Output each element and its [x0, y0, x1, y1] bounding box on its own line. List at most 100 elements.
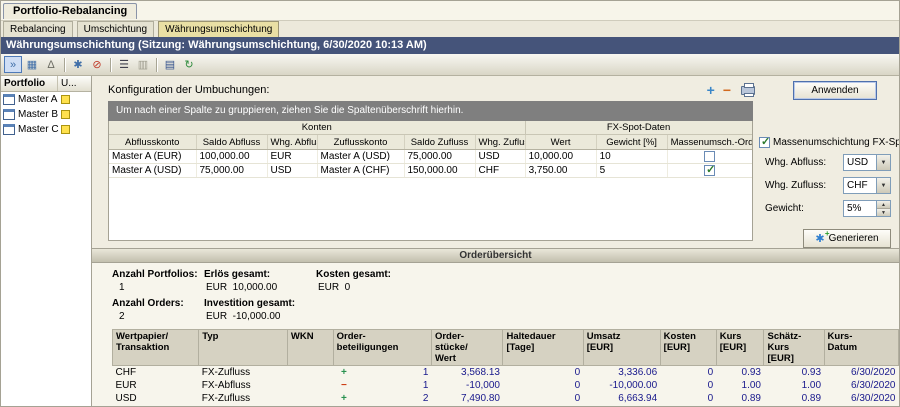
cell: 150,000.00 [404, 164, 475, 178]
cell: 10 [596, 150, 667, 164]
col-saldo-zufluss[interactable]: Saldo Zufluss [404, 135, 475, 150]
list-icon[interactable]: ☰ [115, 56, 133, 73]
cell: 0 [660, 379, 716, 392]
portfolio-item-label: Master A [18, 94, 61, 105]
group-header-konten[interactable]: Konten [109, 121, 525, 135]
toolbar: » ▦ Δ ✱ ⊘ ☰ ▥ ▤ ↻ [1, 54, 899, 76]
insert-icon[interactable]: ✱ [69, 56, 87, 73]
col-kurs[interactable]: Kurs [EUR] [716, 330, 764, 366]
portfolio-panel-header: Portfolio U... [1, 76, 91, 92]
u-column-header[interactable]: U... [58, 76, 91, 91]
order-overview-header[interactable]: Orderübersicht [92, 248, 899, 263]
cell: USD [267, 164, 317, 178]
add-row-icon[interactable]: + [707, 83, 715, 97]
cell: 1 [355, 379, 432, 392]
config-row-2[interactable]: Master A (USD) 75,000.00 USD Master A (C… [109, 164, 752, 178]
clear-filter-icon[interactable]: ⊘ [88, 56, 106, 73]
col-massenumsch-order[interactable]: Massenumsch.-Order [667, 135, 752, 150]
groupby-hint[interactable]: Um nach einer Spalte zu gruppieren, zieh… [108, 101, 753, 121]
whg-zufluss-value: CHF [844, 178, 876, 193]
order-overview-section: Orderübersicht Anzahl Portfolios: Erlös … [92, 248, 899, 406]
cell: Master A (USD) [109, 164, 196, 178]
col-orderstuecke-wert[interactable]: Order- stücke/ Wert [431, 330, 503, 366]
config-title: Konfiguration der Umbuchungen: [108, 84, 269, 96]
apply-button[interactable]: Anwenden [793, 81, 877, 100]
session-title: Währungsumschichtung (Sitzung: Währungsu… [1, 37, 899, 54]
col-wertpapier-transaktion[interactable]: Wertpapier/ Transaktion [113, 330, 199, 366]
col-wkn[interactable]: WKN [287, 330, 333, 366]
col-schaetz-kurs[interactable]: Schätz- Kurs [EUR] [764, 330, 824, 366]
massenumschichtung-label: Massenumschichtung FX-Spots [773, 137, 899, 148]
portfolio-item-master-a[interactable]: Master A [1, 92, 91, 107]
whg-zufluss-select[interactable]: CHF [843, 177, 891, 194]
columns-icon[interactable]: ▥ [134, 56, 152, 73]
config-row-1[interactable]: Master A (EUR) 100,000.00 EUR Master A (… [109, 150, 752, 164]
massenumschichtung-checkbox[interactable] [759, 137, 770, 148]
cell: 6/30/2020 [824, 379, 898, 392]
portfolio-panel: Portfolio U... Master A Master B Master … [1, 76, 92, 406]
cell: 0 [660, 366, 716, 380]
whg-abfluss-select[interactable]: USD [843, 154, 891, 171]
order-row-eur[interactable]: EUR FX-Abfluss − 1 -10,000 0 -10,000.00 … [113, 379, 899, 392]
app-window: Portfolio-Rebalancing Rebalancing Umschi… [0, 0, 900, 407]
col-typ[interactable]: Typ [199, 330, 288, 366]
notes-icon[interactable]: ▤ [161, 56, 179, 73]
grid-icon[interactable]: ▦ [23, 56, 41, 73]
cell: 1 [355, 366, 432, 380]
order-summary: Anzahl Portfolios: Erlös gesamt: Kosten … [92, 263, 899, 326]
col-saldo-abfluss[interactable]: Saldo Abfluss [196, 135, 267, 150]
refresh-icon[interactable]: ↻ [180, 56, 198, 73]
chevron-down-icon[interactable] [876, 155, 890, 170]
col-kosten[interactable]: Kosten [EUR] [660, 330, 716, 366]
portfolio-item-master-b[interactable]: Master B [1, 107, 91, 122]
massen-order-checkbox[interactable] [704, 165, 715, 176]
col-wert[interactable]: Wert [525, 135, 596, 150]
order-row-usd[interactable]: USD FX-Zufluss + 2 7,490.80 0 6,663.94 0… [113, 392, 899, 405]
summary-value: EUR 10,000.00 [204, 282, 316, 293]
config-column-header-row: Abflusskonto Saldo Abfluss Whg. Abfluss … [109, 135, 752, 150]
generate-icon: ✱ [815, 232, 824, 245]
tab-rebalancing[interactable]: Rebalancing [3, 21, 73, 37]
cell: FX-Zufluss [199, 392, 288, 405]
status-flag-icon [61, 110, 70, 119]
cell: 0.89 [764, 392, 824, 405]
gewicht-stepper[interactable]: 5% [843, 200, 891, 217]
col-orderbeteiligungen[interactable]: Order- beteiligungen [333, 330, 431, 366]
print-icon[interactable] [741, 86, 755, 95]
delta-icon[interactable]: Δ [42, 56, 60, 73]
cell: 0 [503, 392, 583, 405]
col-haltedauer[interactable]: Haltedauer [Tage] [503, 330, 583, 366]
tab-waehrungsumschichtung[interactable]: Währungsumschichtung [158, 21, 279, 37]
massen-order-checkbox[interactable] [704, 151, 715, 162]
remove-row-icon[interactable]: − [723, 83, 731, 97]
cell: Master A (EUR) [109, 150, 196, 164]
col-zuflusskonto[interactable]: Zuflusskonto [317, 135, 404, 150]
col-umsatz[interactable]: Umsatz [EUR] [583, 330, 660, 366]
col-gewicht[interactable]: Gewicht [%] [596, 135, 667, 150]
portfolio-column-header[interactable]: Portfolio [1, 76, 58, 91]
tab-umschichtung[interactable]: Umschichtung [77, 21, 154, 37]
direction-sign-icon: − [333, 379, 354, 392]
tab-portfolio-rebalancing[interactable]: Portfolio-Rebalancing [3, 3, 137, 19]
portfolio-icon [3, 109, 15, 120]
col-whg-abfluss[interactable]: Whg. Abfluss [267, 135, 317, 150]
order-row-chf[interactable]: CHF FX-Zufluss + 1 3,568.13 0 3,336.06 0… [113, 366, 899, 380]
col-whg-zufluss[interactable]: Whg. Zufluss [475, 135, 525, 150]
group-header-fx-spot-daten[interactable]: FX-Spot-Daten [525, 121, 752, 135]
config-zone: Konfiguration der Umbuchungen: + − Anwen… [92, 76, 899, 248]
portfolio-icon [3, 94, 15, 105]
chevron-down-icon[interactable] [876, 178, 890, 193]
expand-icon[interactable]: » [4, 56, 22, 73]
summary-label: Anzahl Portfolios: [112, 269, 204, 280]
cell: 0.93 [716, 366, 764, 380]
portfolio-item-master-c[interactable]: Master C [1, 122, 91, 137]
spin-up-icon[interactable] [877, 201, 890, 209]
col-abflusskonto[interactable]: Abflusskonto [109, 135, 196, 150]
col-kurs-datum[interactable]: Kurs- Datum [824, 330, 898, 366]
generate-button[interactable]: ✱ Generieren [803, 229, 891, 248]
cell: 3,568.13 [431, 366, 503, 380]
main-tab-strip: Portfolio-Rebalancing [1, 1, 899, 20]
spin-down-icon[interactable] [877, 209, 890, 216]
cell: 0 [503, 379, 583, 392]
cell: 10,000.00 [525, 150, 596, 164]
